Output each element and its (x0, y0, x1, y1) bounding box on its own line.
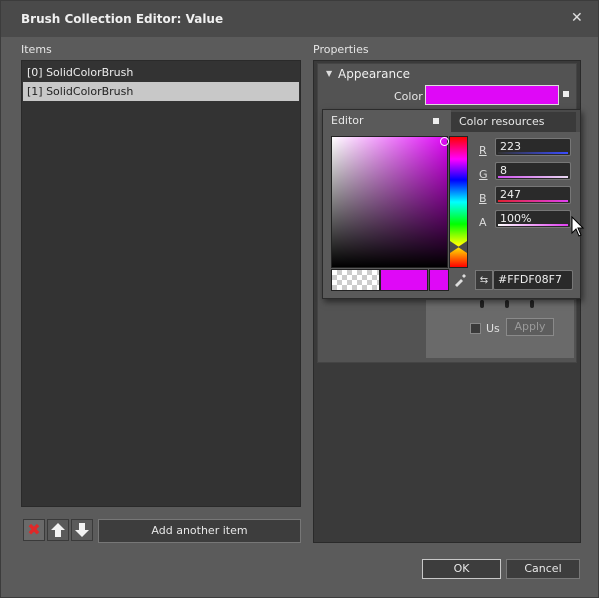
hue-thumb[interactable] (458, 241, 467, 253)
add-another-item-button[interactable]: Add another item (98, 519, 301, 543)
delete-item-button[interactable]: ✖ (23, 519, 45, 541)
channel-g-bar (498, 176, 568, 178)
title-bar: Brush Collection Editor: Value ✕ (1, 1, 598, 37)
channel-r-input[interactable]: 223 (495, 138, 571, 156)
channel-b-label: B (479, 192, 487, 205)
move-up-button[interactable] (47, 519, 69, 541)
ok-button[interactable]: OK (422, 559, 501, 579)
slider-thumb[interactable] (505, 300, 509, 308)
hidden-panel: Us Apply (426, 300, 574, 358)
channel-b-input[interactable]: 247 (495, 186, 571, 204)
channel-r-label: R (479, 144, 487, 157)
brush-collection-editor-window: Brush Collection Editor: Value ✕ Items [… (0, 0, 599, 598)
appearance-header: Appearance (338, 67, 411, 81)
tab-editor-label: Editor (331, 114, 364, 127)
expand-triangle-icon[interactable]: ▼ (326, 69, 332, 78)
items-label: Items (21, 43, 52, 56)
slider-thumb[interactable] (480, 300, 484, 308)
saturation-value-picker[interactable] (331, 136, 449, 268)
use-checkbox[interactable] (470, 323, 481, 334)
slider-thumb[interactable] (530, 300, 534, 308)
alpha-color-swatch (429, 269, 449, 291)
delete-x-icon: ✖ (27, 520, 41, 539)
eyedropper-icon (455, 274, 466, 287)
apply-button[interactable]: Apply (506, 318, 554, 336)
tab-color-resources-label: Color resources (459, 115, 545, 128)
eyedropper-button[interactable] (450, 269, 470, 291)
mouse-cursor-icon (571, 216, 585, 237)
arrow-down-icon (75, 523, 89, 537)
items-list[interactable]: [0] SolidColorBrush [1] SolidColorBrush (21, 60, 301, 507)
channel-g-input[interactable]: 8 (495, 162, 571, 180)
window-title: Brush Collection Editor: Value (21, 12, 224, 26)
hue-slider[interactable] (449, 136, 468, 268)
channel-r-bar (498, 152, 568, 154)
tab-color-resources[interactable]: Color resources (451, 112, 576, 132)
list-item-selected[interactable]: [1] SolidColorBrush (23, 82, 299, 101)
list-item[interactable]: [0] SolidColorBrush (23, 63, 299, 82)
channel-a-bar (498, 224, 568, 226)
cancel-button[interactable]: Cancel (506, 559, 580, 579)
picker-cursor-icon (440, 137, 449, 146)
color-label: Color (394, 90, 423, 103)
hex-input[interactable]: #FFDF08F7 (493, 270, 573, 290)
arrow-up-icon (51, 523, 65, 537)
pin-icon[interactable] (433, 118, 439, 124)
advanced-options-icon[interactable] (563, 91, 569, 97)
initial-color-swatch (331, 269, 380, 291)
swap-icon: ⇆ (479, 274, 489, 286)
channel-b-bar (498, 200, 568, 202)
properties-label: Properties (313, 43, 369, 56)
close-icon[interactable]: ✕ (571, 10, 583, 26)
hex-swap-button[interactable]: ⇆ (475, 270, 493, 290)
current-color-swatch (380, 269, 428, 291)
color-editor-popup: Editor Color resources R 223 G 8 B 247 A… (322, 109, 581, 299)
channel-a-input[interactable]: 100% (495, 210, 571, 228)
use-label: Us (486, 322, 500, 335)
channel-g-label: G (479, 168, 488, 181)
channel-a-label: A (479, 216, 487, 229)
tab-editor[interactable]: Editor (323, 110, 451, 132)
move-down-button[interactable] (71, 519, 93, 541)
color-swatch[interactable] (425, 85, 559, 105)
